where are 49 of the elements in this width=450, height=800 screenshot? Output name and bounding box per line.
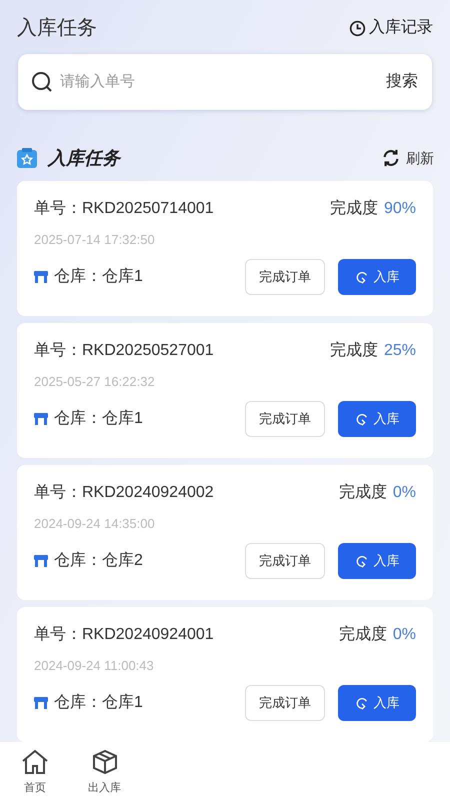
refresh-icon [382,149,400,167]
warehouse-label: 仓库：仓库2 [54,550,143,570]
inbound-button[interactable]: 入库 [338,400,416,436]
records-link[interactable]: 入库记录 [349,16,433,40]
page-title: 入库任务 [17,16,97,41]
complete-order-button[interactable]: 完成订单 [245,542,325,578]
complete-order-button[interactable]: 完成订单 [245,400,325,436]
home-icon [20,748,50,776]
arrow-in-icon [354,696,368,710]
store-icon [34,696,48,710]
progress-label: 完成度 [338,482,387,503]
order-number: 单号：RKD20240924002 [34,483,214,503]
order-number: 单号：RKD20250527001 [34,341,214,361]
warehouse-label: 仓库：仓库1 [54,408,143,428]
order-number: 单号：RKD20250714001 [34,199,214,219]
order-time: 2024-09-24 11:00:43 [34,657,155,675]
arrow-in-icon [354,554,368,568]
progress-label: 完成度 [330,340,378,361]
clock-icon [349,20,366,36]
progress-value: 0% [392,483,416,503]
store-icon [34,554,48,568]
warehouse-label: 仓库：仓库1 [54,266,143,286]
order-time: 2025-07-14 17:32:50 [34,231,156,249]
progress-value: 25% [384,341,416,361]
progress-label: 完成度 [330,198,378,219]
section-title: 入库任务 [48,146,120,170]
search-button[interactable]: 搜索 [386,70,418,94]
inbound-button[interactable]: 入库 [338,684,416,720]
arrow-in-icon [354,270,368,284]
store-icon [34,270,48,284]
arrow-in-icon [354,412,368,426]
inbound-button[interactable]: 入库 [338,258,416,294]
order-time: 2024-09-24 14:35:00 [34,515,156,533]
progress-value: 0% [392,625,416,645]
search-field[interactable]: 请输入单号 搜索 [18,54,432,110]
store-icon [34,412,48,426]
search-icon [30,70,54,94]
inbound-button[interactable]: 入库 [338,542,416,578]
progress-label: 完成度 [338,624,387,645]
box-icon [90,748,118,776]
complete-order-button[interactable]: 完成订单 [245,258,325,294]
order-number: 单号：RKD20240924001 [34,625,214,645]
tab-bar-item[interactable]: 首页 [20,748,50,800]
warehouse-label: 仓库：仓库1 [54,692,143,712]
complete-order-button[interactable]: 完成订单 [245,684,325,720]
order-time: 2025-05-27 16:22:32 [34,373,156,391]
refresh-button[interactable]: 刷新 [382,148,434,168]
tab-bar-item[interactable]: 出入库 [88,748,121,800]
progress-value: 90% [384,199,416,219]
